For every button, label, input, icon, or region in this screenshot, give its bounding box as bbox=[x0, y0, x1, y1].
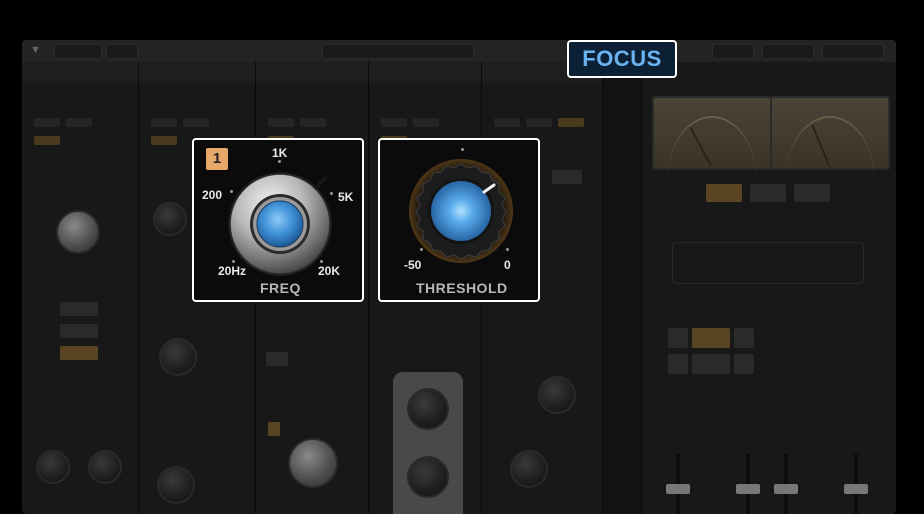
toolbar-field bbox=[822, 44, 884, 59]
output-section bbox=[642, 62, 896, 514]
freq-label-5k: 5K bbox=[338, 190, 354, 204]
toolbar-field bbox=[54, 44, 102, 59]
focus-label: FOCUS bbox=[582, 46, 662, 71]
insert-strip bbox=[603, 62, 642, 514]
freq-label-1k: 1K bbox=[272, 146, 288, 160]
threshold-panel: -50 0 THRESHOLD bbox=[378, 138, 540, 302]
toolbar-field bbox=[762, 44, 814, 59]
toolbar-field bbox=[712, 44, 754, 59]
toolbar-field bbox=[106, 44, 138, 59]
threshold-label-min: -50 bbox=[404, 258, 422, 272]
threshold-label-max: 0 bbox=[504, 258, 511, 272]
threshold-caption: THRESHOLD bbox=[416, 280, 508, 296]
freq-knob[interactable] bbox=[226, 170, 334, 278]
freq-panel: 1 1K 200 5K 20Hz 20K FREQ bbox=[192, 138, 364, 302]
band-number-badge[interactable]: 1 bbox=[206, 148, 228, 170]
saturation-knob bbox=[56, 210, 100, 254]
freq-caption: FREQ bbox=[260, 280, 301, 296]
plugin-toolbar: ▼ bbox=[22, 40, 896, 63]
threshold-knob[interactable] bbox=[408, 158, 514, 264]
preset-field bbox=[322, 44, 474, 59]
vu-meter bbox=[770, 96, 890, 170]
focus-badge[interactable]: FOCUS bbox=[567, 40, 677, 78]
freq-label-200: 200 bbox=[202, 188, 223, 202]
vu-meter bbox=[652, 96, 772, 170]
waves-logo-icon: ▼ bbox=[30, 44, 41, 56]
module-strip bbox=[22, 62, 139, 514]
